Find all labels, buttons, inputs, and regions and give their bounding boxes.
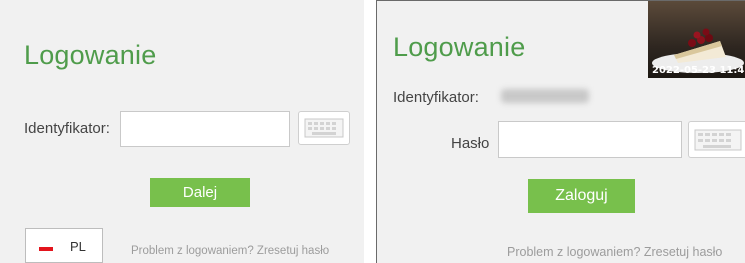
reset-password-link[interactable]: Problem z logowaniem? Zresetuj hasło bbox=[131, 245, 329, 257]
identifier-value-redacted bbox=[501, 89, 589, 103]
password-label: Hasło bbox=[451, 135, 490, 152]
next-button[interactable]: Dalej bbox=[150, 178, 250, 207]
language-label: PL bbox=[70, 239, 86, 254]
user-photo-thumbnail: 2022-05-23 11:45 bbox=[648, 1, 745, 78]
identifier-label: Identyfikator: bbox=[393, 89, 479, 106]
login-panel-left: Logowanie Identyfikator: Dalej PL Proble… bbox=[0, 0, 364, 263]
virtual-keyboard-button[interactable] bbox=[688, 121, 745, 158]
virtual-keyboard-button[interactable] bbox=[298, 111, 350, 145]
poland-flag-icon bbox=[39, 247, 53, 251]
photo-timestamp: 2022-05-23 11:45 bbox=[652, 65, 745, 76]
password-input[interactable] bbox=[498, 121, 682, 158]
reset-password-link[interactable]: Problem z logowaniem? Zresetuj hasło bbox=[507, 245, 722, 259]
keyboard-icon bbox=[694, 129, 742, 151]
login-title: Logowanie bbox=[24, 40, 157, 70]
login-panel-right: Logowanie 2022-05-23 11:45 Identyfikator… bbox=[376, 0, 745, 263]
login-title: Logowanie bbox=[393, 32, 526, 62]
language-selector[interactable]: PL bbox=[25, 228, 103, 263]
keyboard-icon bbox=[304, 118, 344, 138]
identifier-input[interactable] bbox=[120, 111, 290, 147]
login-button[interactable]: Zaloguj bbox=[528, 179, 635, 213]
identifier-label: Identyfikator: bbox=[24, 120, 110, 137]
